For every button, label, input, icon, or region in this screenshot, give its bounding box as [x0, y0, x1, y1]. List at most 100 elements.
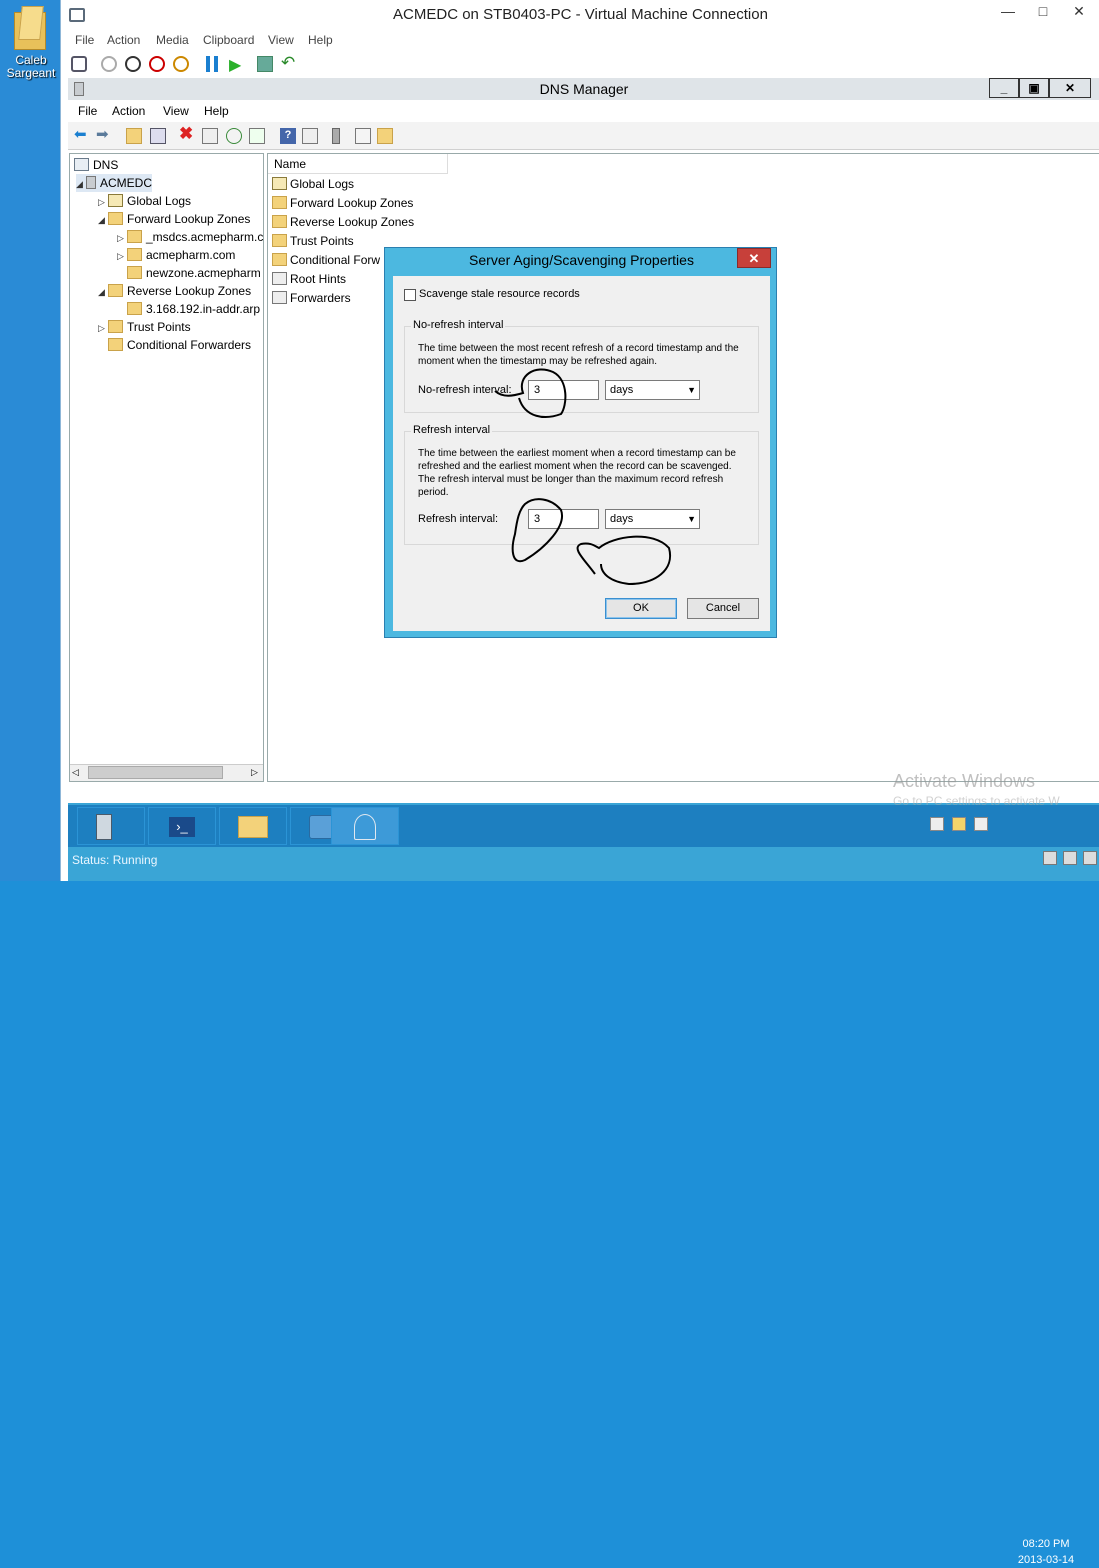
save-state-icon[interactable]: [173, 56, 189, 72]
refresh-icon[interactable]: [226, 128, 242, 144]
desktop-icon-label[interactable]: Caleb Sargeant: [2, 54, 60, 80]
vm-menu-help[interactable]: Help: [308, 33, 333, 47]
list-item[interactable]: Root Hints: [272, 270, 346, 289]
log-icon: [272, 177, 287, 190]
revert-icon[interactable]: ↶: [281, 53, 295, 73]
tree-node-global-logs[interactable]: ▷ Global Logs: [98, 192, 191, 210]
shutdown-icon[interactable]: [149, 56, 165, 72]
clock-date: 2013-03-14: [1017, 1554, 1075, 1566]
dns-menu-view[interactable]: View: [163, 104, 189, 118]
back-arrow-icon[interactable]: ⬅: [74, 125, 90, 143]
tree-node-conditional-forwarders[interactable]: Conditional Forwarders: [108, 336, 251, 354]
vm-menu-media[interactable]: Media: [156, 33, 189, 47]
tree-node-dns[interactable]: DNS: [74, 156, 118, 174]
collapse-arrow-icon[interactable]: ◢: [98, 283, 108, 301]
delete-icon[interactable]: ✖: [179, 124, 195, 143]
tree-node-trust-points[interactable]: ▷ Trust Points: [98, 318, 191, 336]
vm-minimize-button[interactable]: —: [991, 0, 1025, 24]
export-list-icon[interactable]: [249, 128, 265, 144]
expand-arrow-icon[interactable]: ▷: [98, 193, 108, 211]
powershell-taskbar-icon[interactable]: ›_: [148, 807, 216, 845]
column-header-name[interactable]: Name: [268, 154, 448, 174]
network-status-icon[interactable]: [930, 817, 944, 831]
tree-node-forward-zones[interactable]: ◢ Forward Lookup Zones: [98, 210, 250, 228]
zone-icon: [127, 230, 142, 243]
folder-view-icon[interactable]: [377, 128, 393, 144]
properties-icon[interactable]: [202, 128, 218, 144]
server-icon[interactable]: [332, 128, 340, 144]
zone-icon: [127, 302, 142, 315]
clock[interactable]: 08:20 PM 2013-03-14: [1006, 1536, 1086, 1568]
list-item[interactable]: Reverse Lookup Zones: [272, 213, 414, 232]
show-tree-icon[interactable]: [150, 128, 166, 144]
tree-node-zone[interactable]: ▷ acmepharm.com: [117, 246, 235, 264]
vm-status-text: Status: Running: [72, 853, 158, 867]
dns-minimize-button[interactable]: _: [989, 78, 1019, 98]
guest-screen: DNS Manager _ ▣ ✕ File Action View Help …: [68, 78, 1099, 1566]
server-icon: [86, 176, 96, 189]
volume-muted-icon[interactable]: [974, 817, 988, 831]
vm-close-button[interactable]: ✕: [1062, 0, 1096, 24]
action-pane-icon[interactable]: [302, 128, 318, 144]
clock-time: 08:20 PM: [1022, 1538, 1070, 1550]
folder-icon: [272, 234, 287, 247]
dns-window-title: DNS Manager: [539, 81, 629, 97]
expand-arrow-icon[interactable]: ▷: [117, 229, 127, 247]
vm-menu-action[interactable]: Action: [107, 33, 140, 47]
pause-icon[interactable]: [206, 56, 218, 72]
vm-menu-file[interactable]: File: [75, 33, 94, 47]
start-icon[interactable]: [101, 56, 117, 72]
vm-menu-clipboard[interactable]: Clipboard: [203, 33, 254, 47]
list-item[interactable]: Conditional Forw: [272, 251, 380, 270]
vm-title-bar: ACMEDC on STB0403-PC - Virtual Machine C…: [61, 0, 1099, 31]
mouse-icon[interactable]: [1063, 851, 1077, 865]
tree-node-zone[interactable]: newzone.acmepharm: [127, 264, 261, 282]
resume-icon[interactable]: ▶: [229, 55, 241, 75]
help-icon[interactable]: ?: [280, 128, 296, 144]
list-item[interactable]: Forwarders: [272, 289, 351, 308]
dns-menu-bar: File Action View Help: [68, 100, 1099, 122]
tree-node-server[interactable]: ◢ ACMEDC: [76, 174, 153, 193]
folder-icon[interactable]: [10, 4, 50, 52]
dns-restore-button[interactable]: ▣: [1019, 78, 1049, 98]
expand-arrow-icon[interactable]: ▷: [117, 247, 127, 265]
tree-node-reverse-zones[interactable]: ◢ Reverse Lookup Zones: [98, 282, 251, 300]
collapse-arrow-icon[interactable]: ◢: [98, 211, 108, 229]
up-folder-icon[interactable]: [126, 128, 142, 144]
dns-icon: [74, 158, 89, 171]
dns-close-button[interactable]: ✕: [1049, 78, 1091, 98]
lock-icon[interactable]: [1083, 851, 1097, 865]
file-explorer-taskbar-icon[interactable]: [219, 807, 287, 845]
activate-windows-watermark: Activate Windows: [893, 771, 1036, 791]
server-manager-taskbar-icon[interactable]: [77, 807, 145, 845]
scroll-thumb[interactable]: [88, 766, 223, 779]
list-item[interactable]: Global Logs: [272, 175, 354, 194]
action-center-icon[interactable]: [952, 817, 966, 831]
vm-window-title: ACMEDC on STB0403-PC - Virtual Machine C…: [393, 6, 768, 23]
tree-node-zone[interactable]: 3.168.192.in-addr.arp: [127, 300, 260, 318]
list-item[interactable]: Forward Lookup Zones: [272, 194, 413, 213]
dns-manager-window: DNS Manager _ ▣ ✕ File Action View Help …: [68, 78, 1099, 808]
dns-menu-file[interactable]: File: [78, 104, 97, 118]
root-hints-icon: [272, 272, 287, 285]
dns-menu-help[interactable]: Help: [204, 104, 229, 118]
scroll-left-icon[interactable]: ◁: [72, 767, 79, 778]
folder-icon: [108, 284, 123, 297]
tree-horizontal-scrollbar[interactable]: ◁ ▷: [70, 764, 263, 781]
expand-arrow-icon[interactable]: ▷: [98, 319, 108, 337]
keyboard-icon[interactable]: [1043, 851, 1057, 865]
vm-maximize-button[interactable]: □: [1026, 0, 1060, 24]
ctrl-alt-del-icon[interactable]: [71, 56, 87, 72]
list-view-icon[interactable]: [355, 128, 371, 144]
collapse-arrow-icon[interactable]: ◢: [76, 175, 86, 193]
snapshot-icon[interactable]: [257, 56, 273, 72]
dns-manager-taskbar-icon[interactable]: [331, 807, 399, 845]
dns-menu-action[interactable]: Action: [112, 104, 145, 118]
aging-scavenging-dialog: Server Aging/Scavenging Properties ✕ Sca…: [384, 247, 777, 638]
tree-node-zone[interactable]: ▷ _msdcs.acmepharm.c: [117, 228, 263, 246]
turn-off-icon[interactable]: [125, 56, 141, 72]
scroll-right-icon[interactable]: ▷: [251, 767, 258, 778]
forward-arrow-icon[interactable]: ➡: [96, 125, 112, 143]
vm-menu-view[interactable]: View: [268, 33, 294, 47]
list-item[interactable]: Trust Points: [272, 232, 354, 251]
